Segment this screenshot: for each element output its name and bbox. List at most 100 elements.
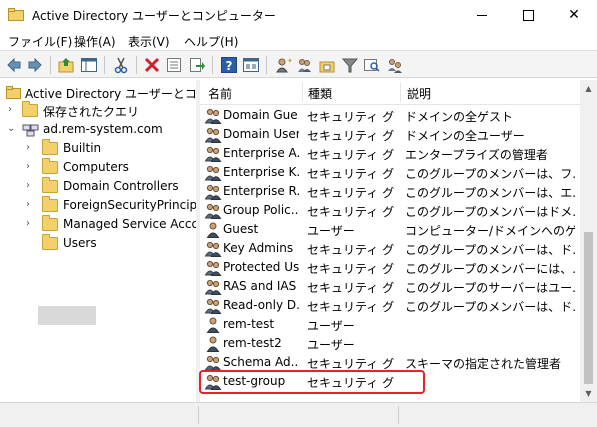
tree-item-builtin[interactable]: › Builtin: [0, 139, 196, 158]
maximize-button[interactable]: [505, 0, 551, 30]
table-row[interactable]: Domain Users セキュリティ グル... ドメインの全ユーザー: [200, 125, 580, 144]
up-folder-icon[interactable]: [57, 56, 75, 74]
column-header-description[interactable]: 説明: [407, 85, 431, 102]
tree-pane: Active Directory ユーザーとコンピュー › 保存されたクエリ ⌄…: [0, 80, 196, 402]
toolbar: ? ✦: [0, 50, 597, 78]
chevron-right-icon[interactable]: ›: [8, 104, 12, 115]
chevron-right-icon[interactable]: ›: [26, 218, 30, 229]
group-icon: [204, 297, 222, 314]
help-icon[interactable]: ?: [220, 56, 238, 74]
table-row[interactable]: rem-test2 ユーザー: [200, 334, 580, 353]
export-icon[interactable]: [188, 56, 206, 74]
chevron-right-icon[interactable]: ›: [26, 180, 30, 191]
group-icon: [204, 145, 222, 162]
menu-file[interactable]: ファイル(F): [8, 33, 72, 50]
folder-icon: [42, 234, 58, 250]
column-separator[interactable]: [302, 82, 303, 102]
cut-icon[interactable]: [112, 56, 130, 74]
status-separator: [198, 406, 199, 424]
vertical-scrollbar[interactable]: ▲ ▼: [580, 80, 597, 402]
tree-item-saved-queries[interactable]: › 保存されたクエリ: [0, 101, 196, 120]
toolbar-separator: [104, 56, 105, 74]
cell-name: rem-test2: [223, 336, 282, 350]
back-icon[interactable]: [5, 56, 23, 74]
column-header-type[interactable]: 種類: [308, 85, 332, 102]
chevron-down-icon[interactable]: ⌄: [7, 123, 15, 134]
console-icon[interactable]: [242, 56, 260, 74]
user-icon: [204, 221, 222, 238]
table-row[interactable]: Guest ユーザー コンピューター/ドメインへのゲ...: [200, 220, 580, 239]
filter-icon[interactable]: [341, 56, 359, 74]
table-row[interactable]: rem-test ユーザー: [200, 315, 580, 334]
properties-icon[interactable]: [165, 56, 183, 74]
status-bar: [0, 402, 597, 427]
cell-description: このグループのメンバーは、フ...: [405, 167, 575, 181]
group-icon: [204, 278, 222, 295]
cell-name: Read-only D...: [223, 298, 299, 312]
cell-name: Guest: [223, 222, 259, 236]
folder-icon: [22, 101, 38, 117]
find-icon[interactable]: [363, 56, 381, 74]
table-row[interactable]: Enterprise K... セキュリティ グル... このグループのメンバーは、…: [200, 163, 580, 182]
menu-view[interactable]: 表示(V): [128, 33, 170, 50]
chevron-right-icon[interactable]: ›: [26, 199, 30, 210]
svg-text:✦: ✦: [287, 57, 292, 65]
minimize-button[interactable]: [459, 0, 505, 30]
cell-type: セキュリティ グル...: [307, 110, 395, 124]
cell-description: コンピューター/ドメインへのゲ...: [405, 224, 575, 238]
menu-help[interactable]: ヘルプ(H): [184, 33, 238, 50]
scroll-down-icon[interactable]: ▼: [580, 385, 597, 402]
new-user-icon[interactable]: ✦: [274, 56, 292, 74]
scrollbar-thumb[interactable]: [584, 232, 593, 384]
ad-console-icon: [6, 86, 21, 99]
new-group-icon[interactable]: [296, 56, 314, 74]
table-row[interactable]: Enterprise R... セキュリティ グル... このグループのメンバーは、…: [200, 182, 580, 201]
tree-item-foreign-security-principals[interactable]: › ForeignSecurityPrincipals: [0, 196, 196, 215]
tree-item-label: Builtin: [63, 141, 102, 155]
toolbar-separator: [212, 56, 213, 74]
cell-type: セキュリティ グル...: [307, 262, 395, 276]
tree-item-computers[interactable]: › Computers: [0, 158, 196, 177]
chevron-right-icon[interactable]: ›: [26, 142, 30, 153]
list-header: 名前 種類 説明: [200, 80, 580, 105]
column-separator[interactable]: [400, 82, 401, 102]
cell-type: セキュリティ グル...: [307, 148, 395, 162]
group-icon: [204, 164, 222, 181]
group-icon: [204, 354, 222, 371]
tree-item-label: ad.rem-system.com: [43, 122, 163, 136]
tree-item-domain[interactable]: ⌄ ad.rem-system.com: [0, 120, 196, 139]
cell-type: セキュリティ グル...: [307, 129, 395, 143]
add-to-group-icon[interactable]: [386, 56, 404, 74]
cell-description: エンタープライズの管理者: [405, 148, 548, 162]
delete-icon[interactable]: [143, 56, 161, 74]
table-row[interactable]: Read-only D... セキュリティ グル... このグループのメンバーは、ド…: [200, 296, 580, 315]
folder-icon: [42, 158, 58, 174]
status-separator: [398, 406, 399, 424]
tree-item-users[interactable]: Users: [0, 234, 196, 253]
chevron-right-icon[interactable]: ›: [26, 161, 30, 172]
tree-item-domain-controllers[interactable]: › Domain Controllers: [0, 177, 196, 196]
cell-name: rem-test: [223, 317, 275, 331]
table-row[interactable]: Enterprise A... セキュリティ グル... エンタープライズの管理者: [200, 144, 580, 163]
forward-icon[interactable]: [26, 56, 44, 74]
table-row[interactable]: RAS and IAS ... セキュリティ グル... このグループのサーバーはユ…: [200, 277, 580, 296]
maximize-icon: [522, 9, 534, 21]
table-row[interactable]: Protected Us... セキュリティ グル... このグループのメンバーには…: [200, 258, 580, 277]
cell-name: Enterprise K...: [223, 165, 299, 179]
tree-item-managed-service-accounts[interactable]: › Managed Service Accounts: [0, 215, 196, 234]
table-row[interactable]: Domain Gue... セキュリティ グル... ドメインの全ゲスト: [200, 106, 580, 125]
table-row[interactable]: Key Admins セキュリティ グル... このグループのメンバーは、ド...: [200, 239, 580, 258]
cell-type: セキュリティ グル...: [307, 167, 395, 181]
table-row[interactable]: Group Polic... セキュリティ グル... このグループのメンバーはドメ…: [200, 201, 580, 220]
menu-action[interactable]: 操作(A): [74, 33, 116, 50]
column-header-name[interactable]: 名前: [208, 85, 232, 102]
show-tree-icon[interactable]: [80, 56, 98, 74]
cell-name: Domain Gue...: [223, 108, 299, 122]
new-ou-icon[interactable]: [318, 56, 336, 74]
highlight-annotation: [199, 370, 425, 394]
cell-description: このグループのサーバーはユー...: [405, 281, 575, 295]
close-button[interactable]: ✕: [551, 0, 597, 30]
tree-item-root[interactable]: Active Directory ユーザーとコンピュー: [0, 83, 196, 102]
cell-type: セキュリティ グル...: [307, 205, 395, 219]
scroll-up-icon[interactable]: ▲: [580, 80, 597, 97]
